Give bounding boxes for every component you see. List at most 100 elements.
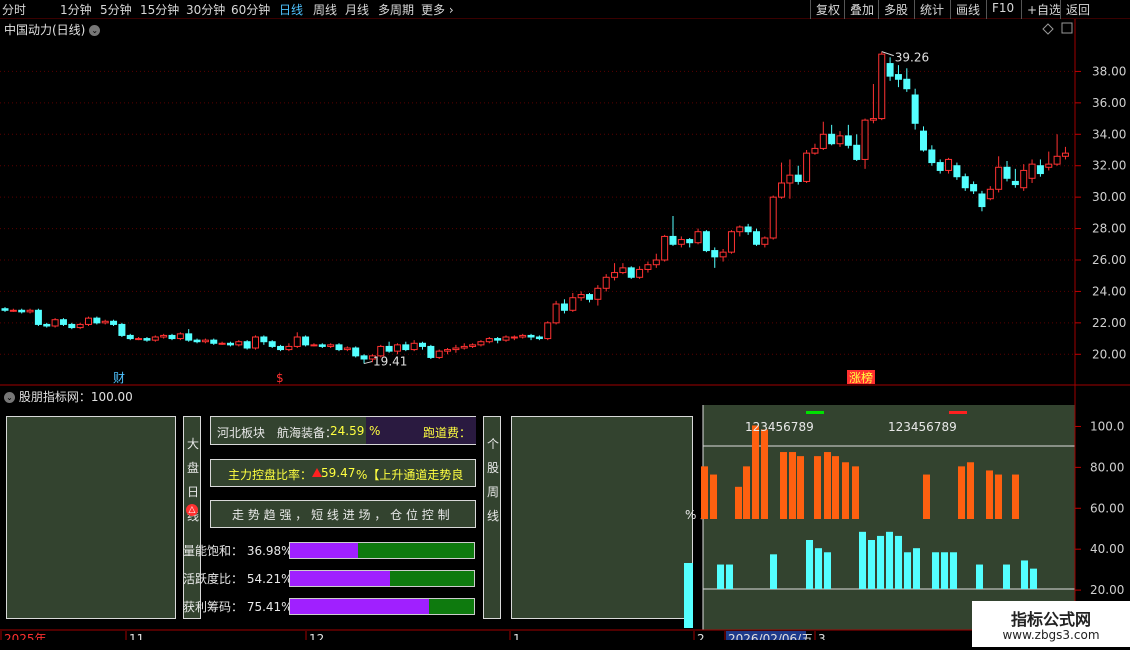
cyan-bar [913,548,920,589]
candle-body [961,176,969,189]
candle-body [143,338,151,341]
candle-body [51,319,59,327]
candle-body [1045,163,1053,168]
candle-body [861,119,869,160]
candle-body [268,341,276,347]
candle-body [586,294,593,300]
candle-body [527,334,535,338]
period-tab-9[interactable]: 多周期 [378,1,414,18]
candle-body [402,344,410,351]
period-tab-10[interactable]: 更多 › [421,1,454,18]
candle-body [427,345,435,358]
candle-body [652,259,660,266]
period-tab-8[interactable]: 月线 [345,1,369,18]
cyan-bar [684,563,693,628]
period-tab-1[interactable]: 1分钟 [60,1,92,18]
candle-body [460,345,468,349]
candle-body [1053,155,1061,165]
timeline-label: 11 [129,632,144,640]
event-marker: $ [276,371,284,385]
window-icon [1061,22,1073,34]
digit-row-right: 123456789 [888,420,957,434]
candle-body [452,347,460,351]
orange-bar [735,486,742,519]
candle-body [611,272,619,278]
candle-body [1003,166,1011,179]
y-tick-label: 36.00 [1092,96,1126,110]
candle-body [1011,180,1019,186]
candle-body [410,342,418,351]
toolbar-button-4[interactable]: 画线 [950,0,985,19]
ind-y-label: 80.00 [1090,460,1124,474]
cyan-bar [770,554,777,589]
cyan-bar [941,552,948,589]
orange-bar [761,429,768,519]
candle-body [68,323,76,329]
candle-body [978,193,986,208]
toolbar-button-7[interactable]: 返回 [1060,0,1095,19]
toolbar-button-0[interactable]: 复权 [810,0,845,19]
period-tab-5[interactable]: 60分钟 [231,1,270,18]
cyan-bar [859,531,866,589]
candle-body [953,165,961,178]
candle-body [736,226,744,233]
cyan-bar [1030,568,1037,589]
toolbar-button-5[interactable]: F10 [986,0,1019,19]
candle-body [419,342,426,347]
candle-body [769,196,777,239]
candle-body [135,338,143,341]
candle-body [485,338,493,343]
candle-body [444,349,452,352]
candle-body [252,336,259,349]
candle-body [1,308,9,311]
cyan-bar [868,540,875,589]
period-tab-4[interactable]: 30分钟 [186,1,225,18]
period-tab-0[interactable]: 分时 [2,1,26,18]
candle-body [385,345,393,352]
candle-body [886,63,894,77]
y-tick-label: 24.00 [1092,284,1126,298]
red-mark [949,411,967,414]
period-tab-2[interactable]: 5分钟 [100,1,132,18]
cyan-bar [717,564,724,589]
candle-body [235,341,243,346]
candle-body [803,152,811,182]
ind-y-label: 100.0 [1090,419,1124,433]
candle-body [644,264,652,270]
candle-body [360,355,368,360]
period-tab-3[interactable]: 15分钟 [140,1,179,18]
candle-body [1061,152,1069,157]
toolbar-button-1[interactable]: 叠加 [844,0,879,19]
candle-body [43,323,51,327]
toolbar-button-3[interactable]: 统计 [914,0,949,19]
candle-body [1036,165,1044,175]
ind-y-label: 20.00 [1090,583,1124,597]
candle-body [945,158,953,171]
candle-body [636,268,644,278]
period-tab-7[interactable]: 周线 [313,1,337,18]
timeline-label: 3 [818,632,826,640]
candle-body [761,237,769,245]
toolbar-button-2[interactable]: 多股 [878,0,913,19]
y-tick-label: 34.00 [1092,127,1126,141]
candle-body [26,309,34,313]
period-tab-6[interactable]: 日线 [279,1,303,18]
candle-body [185,333,193,341]
candle-body [602,276,610,289]
cyan-bar [932,552,939,589]
candle-body [494,338,502,341]
candle-body [560,303,568,311]
orange-bar [986,470,993,519]
candle-body [318,344,326,347]
y-tick-label: 22.00 [1092,316,1126,330]
candle-body [702,231,710,252]
candle-body [936,162,944,171]
orange-bar [824,452,831,519]
candle-body [285,345,293,351]
watermark-logo: 指标公式网 www.zbgs3.com [972,601,1130,647]
candle-body [711,250,719,258]
candle-body [577,294,585,299]
candle-body [677,239,685,245]
candle-body [226,342,234,346]
candle-body [393,344,401,352]
